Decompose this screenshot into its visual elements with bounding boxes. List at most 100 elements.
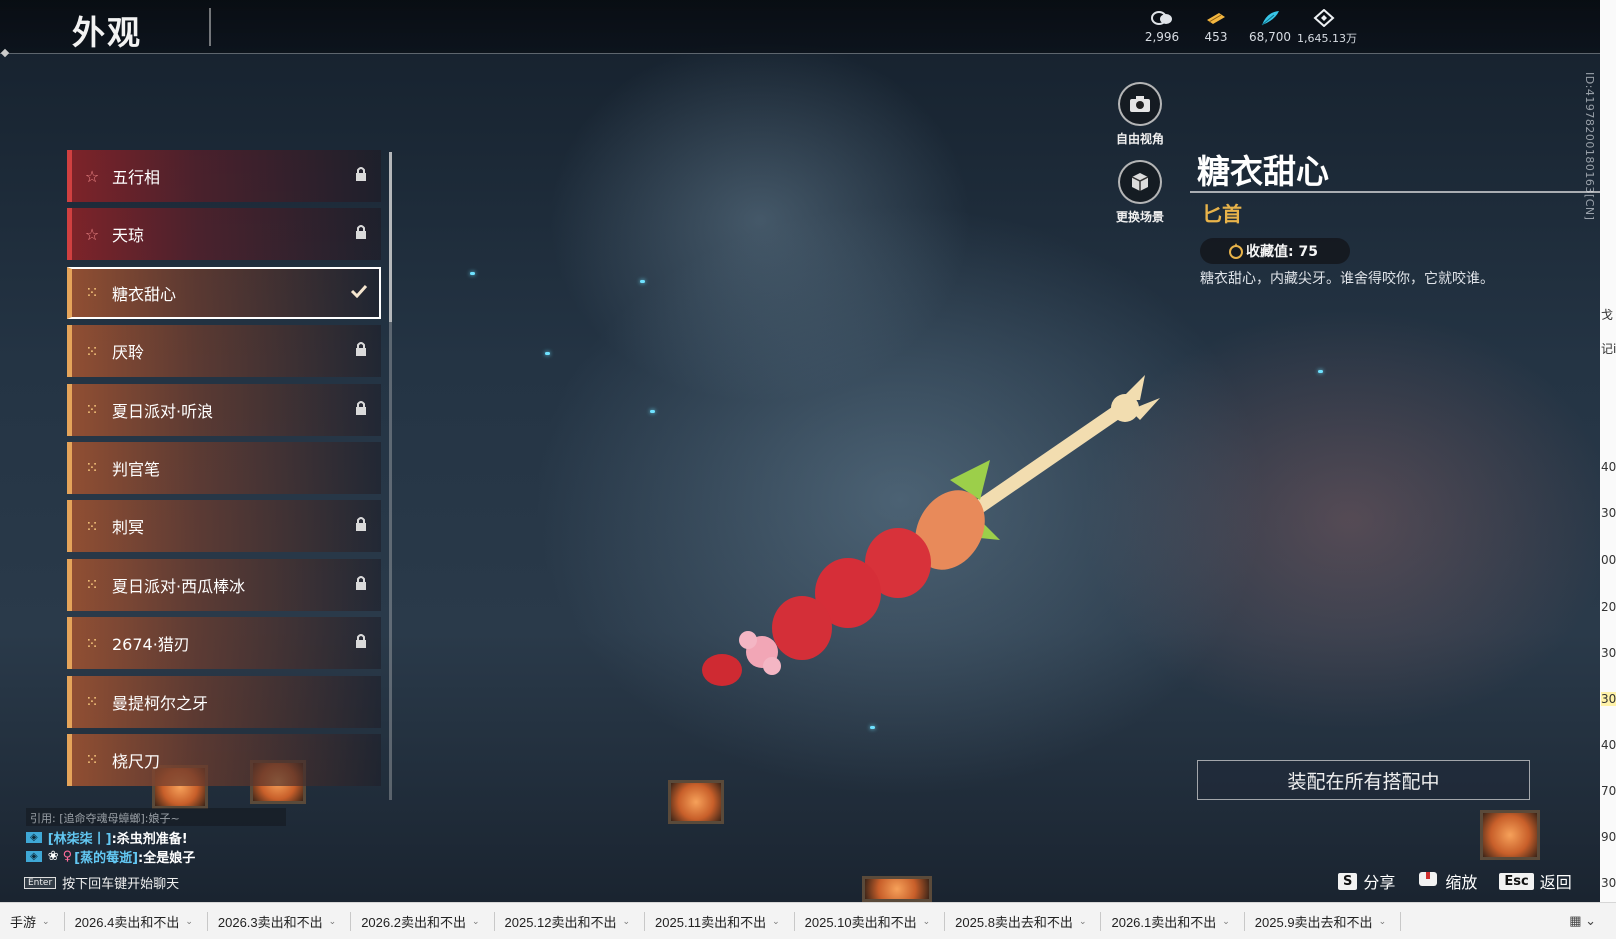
equip-all-button[interactable]: 装配在所有搭配中	[1197, 760, 1530, 800]
list-item-name: 刺冥	[112, 518, 145, 538]
free-view-button[interactable]: 自由视角	[1105, 82, 1175, 147]
chat-channel-icon: ⁠◈	[26, 851, 42, 862]
chat-hint-text: 按下回车键开始聊天	[62, 877, 180, 892]
list-scrollbar[interactable]	[389, 152, 392, 800]
chevron-down-icon[interactable]: ⌄	[472, 916, 480, 927]
sheet-tab[interactable]: 2025.12卖出和不出 ⌄	[495, 911, 646, 931]
diamond-icon	[1297, 8, 1351, 28]
strip-text: 40'	[1601, 738, 1616, 752]
sheet-tab[interactable]: 2025.8卖出去和不出 ⌄	[945, 911, 1102, 931]
lock-icon	[341, 341, 381, 361]
chevron-down-icon[interactable]: ⌄	[772, 916, 780, 927]
chevron-down-icon[interactable]: ⌄	[1079, 916, 1087, 927]
chat-text: :杀虫剂准备!	[111, 832, 188, 847]
list-item[interactable]: ☆ 五行相	[67, 150, 381, 202]
game-window: 外观 2,996 453 68,700 1,645.13万 ID:4197820…	[0, 0, 1600, 902]
list-item[interactable]: ⁙ 2674·猎刃	[67, 617, 381, 670]
list-item[interactable]: ⁙ 厌聆	[67, 325, 381, 378]
sheet-tab-label: 2025.8卖出去和不出	[955, 914, 1073, 930]
sheet-tab[interactable]: 2025.10卖出和不出 ⌄	[795, 911, 946, 931]
zoom-hint[interactable]: 缩放	[1417, 869, 1477, 893]
weapon-model[interactable]	[700, 370, 1180, 720]
sheet-tab-label: 手游	[10, 914, 37, 930]
chat-input-hint[interactable]: Enter 按下回车键开始聊天	[24, 873, 179, 892]
sheet-tab-label: 2026.2卖出和不出	[361, 914, 466, 930]
strip-text: 90'	[1601, 830, 1616, 844]
sheet-tab[interactable]: 2026.1卖出和不出 ⌄	[1101, 911, 1245, 931]
sheet-tab[interactable]: 2025.9卖出去和不出 ⌄	[1245, 911, 1402, 931]
list-item[interactable]: ☆ 天琼	[67, 208, 381, 261]
sheet-tab[interactable]: 2026.2卖出和不出 ⌄	[351, 911, 495, 931]
player-id: ID:41978200180163[CN]	[1583, 72, 1596, 221]
back-hint[interactable]: Esc 返回	[1499, 869, 1572, 893]
sheet-tab-label: 2025.9卖出去和不出	[1254, 914, 1373, 930]
chat-user[interactable]: [蒸的莓逝]	[74, 847, 138, 866]
sheet-tab[interactable]: 2026.3卖出和不出 ⌄	[208, 911, 352, 931]
list-item-name: 判官笔	[112, 459, 161, 479]
lock-icon	[341, 633, 381, 653]
chat-message: ⁠◈ [林柒柒丨] :杀虫剂准备!	[26, 828, 188, 847]
chevron-down-icon[interactable]: ⌄	[923, 916, 931, 927]
rarity-icon: ⁙	[85, 458, 99, 478]
chat-user[interactable]: [林柒柒丨]	[48, 828, 112, 847]
chevron-down-icon[interactable]: ⌄	[1379, 916, 1387, 927]
share-key: S	[1338, 872, 1358, 890]
cube-icon	[1118, 160, 1162, 204]
rarity-icon: ⁙	[85, 633, 99, 653]
item-description: 糖衣甜心，内藏尖牙。谁舍得咬你，它就咬谁。	[1200, 271, 1494, 287]
chevron-down-icon[interactable]: ⌄	[185, 916, 193, 927]
appearance-list[interactable]: ☆ 五行相 ☆ 天琼 ⁙ 糖衣甜心 ⁙ 厌聆 ⁙ 夏日派对·听浪 ⁙ 判官笔 ⁙…	[67, 150, 387, 798]
mouse-icon	[1417, 870, 1439, 892]
list-item-name: 五行相	[112, 168, 161, 187]
lock-icon	[341, 400, 381, 420]
chevron-down-icon[interactable]: ⌄	[623, 916, 631, 927]
zoom-label: 缩放	[1445, 873, 1478, 892]
sheet-tab[interactable]: 2026.4卖出和不出 ⌄	[65, 911, 208, 931]
divider-dot	[0, 48, 10, 58]
currency-value: 68,700	[1249, 30, 1291, 44]
grid-view-icon[interactable]: ▦ ⌄	[1569, 913, 1596, 929]
sheet-tab[interactable]: 2025.11卖出和不出 ⌄	[645, 911, 795, 931]
strip-text: 20'	[1601, 600, 1616, 614]
scrollbar-thumb[interactable]	[389, 152, 392, 322]
sheet-tab-label: 2026.4卖出和不出	[74, 914, 180, 930]
list-item-name: 天琼	[112, 226, 145, 246]
list-item[interactable]: ⁙ 桡尺刀	[67, 733, 381, 786]
lock-icon	[341, 224, 381, 244]
female-icon: ♀	[62, 849, 73, 864]
top-bar: 外观 2,996 453 68,700 1,645.13万	[0, 0, 1600, 58]
lock-icon	[341, 166, 381, 186]
strip-text: 30'	[1601, 692, 1616, 706]
check-icon	[339, 283, 379, 302]
list-item-selected[interactable]: ⁙ 糖衣甜心	[67, 266, 381, 319]
share-hint[interactable]: S 分享	[1338, 869, 1395, 893]
change-scene-button[interactable]: 更换场景	[1105, 160, 1175, 225]
lantern-decoration	[862, 876, 932, 902]
currency-value: 1,645.13万	[1297, 32, 1357, 45]
chevron-down-icon[interactable]: ⌄	[329, 916, 337, 927]
collect-icon	[1228, 242, 1244, 264]
lock-icon	[341, 516, 381, 536]
rarity-icon: ⁙	[85, 341, 99, 361]
sheet-tab[interactable]: 手游 ⌄	[0, 911, 65, 931]
item-title: 糖衣甜心	[1197, 152, 1329, 191]
chevron-down-icon[interactable]: ⌄	[42, 916, 50, 927]
rarity-icon: ⁙	[85, 692, 99, 712]
chevron-down-icon[interactable]: ⌄	[1222, 916, 1230, 927]
feather-icon	[1243, 8, 1297, 28]
list-item[interactable]: ⁙ 曼提柯尔之牙	[67, 675, 381, 728]
lotus-icon: ❀	[47, 849, 59, 864]
rarity-icon: ⁙	[85, 575, 99, 595]
list-item[interactable]: ⁙ 夏日派对·听浪	[67, 383, 381, 436]
camera-icon	[1118, 82, 1162, 126]
spark-particle	[545, 352, 550, 355]
list-item[interactable]: ⁙ 刺冥	[67, 500, 381, 553]
currency-value: 453	[1204, 30, 1228, 44]
list-item[interactable]: ⁙ 判官笔	[67, 441, 381, 494]
list-item-name: 夏日派对·西瓜棒冰	[112, 576, 246, 596]
lantern-decoration	[1480, 810, 1540, 860]
page-title: 外观	[72, 13, 142, 52]
list-item-name: 糖衣甜心	[112, 284, 177, 304]
list-item[interactable]: ⁙ 夏日派对·西瓜棒冰	[67, 558, 381, 611]
star-icon: ☆	[84, 166, 100, 186]
